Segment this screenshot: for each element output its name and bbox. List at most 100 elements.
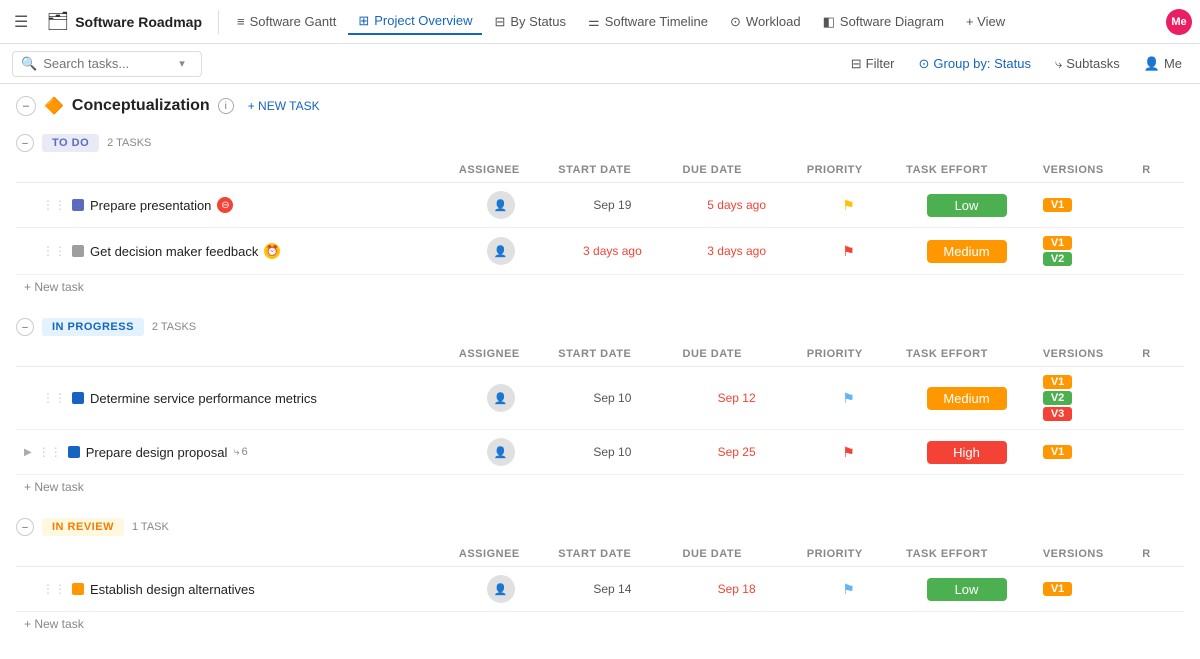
new-task-cell[interactable]: + New task xyxy=(16,475,1184,499)
col-header-priority: PRIORITY xyxy=(799,542,898,567)
top-nav: ☰ 🗂 Software Roadmap ≡Software Gantt⊞Pro… xyxy=(0,0,1200,44)
col-header-versions: VERSIONS xyxy=(1035,158,1134,183)
section-collapse-button[interactable]: – xyxy=(16,96,36,116)
task-color-dot xyxy=(72,199,84,211)
avatar[interactable]: Me xyxy=(1166,9,1192,35)
col-header-r: R xyxy=(1134,158,1184,183)
section-title: Conceptualization xyxy=(72,97,210,115)
col-header-priority: PRIORITY xyxy=(799,342,898,367)
collapse-inprogress[interactable]: – xyxy=(16,318,34,336)
versions-cell: V1 xyxy=(1035,183,1134,228)
hamburger-icon[interactable]: ☰ xyxy=(8,8,34,36)
chevron-down-icon[interactable]: ▾ xyxy=(179,57,185,70)
new-task-link[interactable]: + New task xyxy=(24,617,84,631)
r-cell xyxy=(1134,183,1184,228)
due-date-cell: 5 days ago xyxy=(675,183,799,228)
drag-handle[interactable]: ⋮⋮ xyxy=(42,582,66,596)
nav-tab-diagram[interactable]: ◧Software Diagram xyxy=(813,10,954,34)
section-icon: 🔶 xyxy=(44,96,64,116)
task-name: Prepare design proposal xyxy=(86,445,228,460)
group-header-todo: – TO DO 2 TASKS xyxy=(16,126,1184,158)
task-color-dot xyxy=(72,245,84,257)
tab-label: By Status xyxy=(510,14,566,29)
task-color-dot xyxy=(72,583,84,595)
search-input[interactable] xyxy=(43,56,173,71)
nav-tab-gantt[interactable]: ≡Software Gantt xyxy=(227,10,346,33)
info-icon[interactable]: i xyxy=(218,98,234,114)
add-view-label: + View xyxy=(966,14,1005,29)
task-row[interactable]: ⋮⋮ Establish design alternatives 👤 Sep 1… xyxy=(16,567,1184,612)
version-tag: V2 xyxy=(1043,252,1072,266)
group-header-inreview: – IN REVIEW 1 TASK xyxy=(16,510,1184,542)
task-name: Establish design alternatives xyxy=(90,582,255,597)
task-name-cell[interactable]: ▶ ⋮⋮ Prepare design proposal ⤷6 xyxy=(16,430,451,475)
filter-button[interactable]: ⊟ Filter xyxy=(845,53,901,75)
col-header-priority: PRIORITY xyxy=(799,158,898,183)
search-icon: 🔍 xyxy=(21,56,37,72)
tab-label: Project Overview xyxy=(374,13,472,28)
priority-cell: ⚑ xyxy=(799,430,898,475)
version-tag: V1 xyxy=(1043,198,1072,212)
task-color-dot xyxy=(68,446,80,458)
task-row[interactable]: ⋮⋮ Determine service performance metrics… xyxy=(16,367,1184,430)
new-task-row[interactable]: + New task xyxy=(16,612,1184,636)
drag-handle[interactable]: ⋮⋮ xyxy=(42,391,66,405)
section-header: – 🔶 Conceptualization i + NEW TASK xyxy=(16,96,1184,116)
task-count-todo: 2 TASKS xyxy=(107,137,151,149)
version-tag: V2 xyxy=(1043,391,1072,405)
start-date-cell: 3 days ago xyxy=(550,228,674,275)
task-name-cell[interactable]: ⋮⋮ Determine service performance metrics xyxy=(16,367,451,430)
drag-handle[interactable]: ⋮⋮ xyxy=(42,198,66,212)
search-box[interactable]: 🔍 ▾ xyxy=(12,51,202,77)
nav-tab-overview[interactable]: ⊞Project Overview xyxy=(348,9,482,35)
collapse-todo[interactable]: – xyxy=(16,134,34,152)
new-task-button[interactable]: + NEW TASK xyxy=(242,97,326,115)
clock-badge: ⏰ xyxy=(264,243,280,259)
subtask-icon: ⤷ xyxy=(233,446,239,459)
nav-tab-timeline[interactable]: ⚌Software Timeline xyxy=(578,10,718,34)
task-row[interactable]: ▶ ⋮⋮ Prepare design proposal ⤷6 👤 Sep 10… xyxy=(16,430,1184,475)
task-name-cell[interactable]: ⋮⋮ Establish design alternatives xyxy=(16,567,451,612)
tab-label: Software Timeline xyxy=(605,14,708,29)
effort-cell: High xyxy=(898,430,1035,475)
assignee-avatar: 👤 xyxy=(487,438,515,466)
drag-handle[interactable]: ⋮⋮ xyxy=(42,244,66,258)
version-tag: V1 xyxy=(1043,582,1072,596)
task-row[interactable]: ⋮⋮ Prepare presentation ⊖ 👤 Sep 19 5 day… xyxy=(16,183,1184,228)
start-date-cell: Sep 19 xyxy=(550,183,674,228)
assignee-cell: 👤 xyxy=(451,567,550,612)
new-task-cell[interactable]: + New task xyxy=(16,275,1184,299)
group-inprogress: – IN PROGRESS 2 TASKS ASSIGNEE START DAT… xyxy=(16,310,1184,498)
new-task-link[interactable]: + New task xyxy=(24,480,84,494)
subtasks-button[interactable]: ⤷ Subtasks xyxy=(1049,53,1126,75)
expand-icon[interactable]: ▶ xyxy=(24,447,32,458)
version-tag: V1 xyxy=(1043,375,1072,389)
task-name: Prepare presentation xyxy=(90,198,211,213)
nav-right: Me xyxy=(1166,9,1192,35)
nav-tab-status[interactable]: ⊟By Status xyxy=(484,10,576,34)
effort-badge: High xyxy=(927,441,1007,464)
col-header-assignee: ASSIGNEE xyxy=(451,542,550,567)
effort-badge: Medium xyxy=(927,240,1007,263)
new-task-row[interactable]: + New task xyxy=(16,275,1184,299)
priority-cell: ⚑ xyxy=(799,228,898,275)
group-by-icon: ⊙ xyxy=(919,56,930,72)
drag-handle[interactable]: ⋮⋮ xyxy=(38,445,62,459)
new-task-row[interactable]: + New task xyxy=(16,475,1184,499)
collapse-inreview[interactable]: – xyxy=(16,518,34,536)
group-by-button[interactable]: ⊙ Group by: Status xyxy=(913,53,1037,75)
col-header-r: R xyxy=(1134,342,1184,367)
task-name-cell[interactable]: ⋮⋮ Get decision maker feedback ⏰ xyxy=(16,228,451,275)
new-task-link[interactable]: + New task xyxy=(24,280,84,294)
toolbar: 🔍 ▾ ⊟ Filter ⊙ Group by: Status ⤷ Subtas… xyxy=(0,44,1200,84)
new-task-cell[interactable]: + New task xyxy=(16,612,1184,636)
col-header-assignee: ASSIGNEE xyxy=(451,158,550,183)
versions-cell: V1V2V3 xyxy=(1035,367,1134,430)
nav-tab-workload[interactable]: ⊙Workload xyxy=(720,10,811,34)
me-button[interactable]: 👤 Me xyxy=(1138,53,1188,75)
task-name-cell[interactable]: ⋮⋮ Prepare presentation ⊖ xyxy=(16,183,451,228)
add-view-button[interactable]: + View xyxy=(958,10,1013,33)
task-row[interactable]: ⋮⋮ Get decision maker feedback ⏰ 👤 3 day… xyxy=(16,228,1184,275)
effort-cell: Low xyxy=(898,183,1035,228)
col-header-effort: TASK EFFORT xyxy=(898,542,1035,567)
